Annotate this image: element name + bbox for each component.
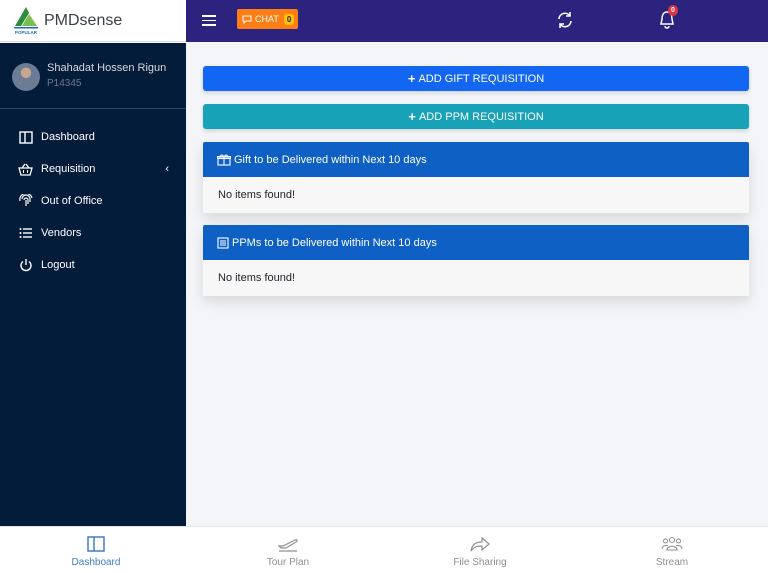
user-panel: Shahadat Hossen Rigun P14345	[0, 43, 186, 109]
brand-name: PMDsense	[44, 11, 123, 29]
basket-icon	[18, 162, 33, 177]
gift-icon	[217, 154, 231, 166]
add-ppm-requisition-label: ADD PPM REQUISITION	[418, 110, 544, 123]
ppm-card-body: No items found!	[203, 260, 749, 296]
gift-card-header: Gift to be Delivered within Next 10 days	[203, 142, 749, 177]
bottom-nav-label: Stream	[655, 557, 689, 568]
bottom-nav-label: Tour Plan	[266, 557, 310, 568]
bottom-nav-tour-plan[interactable]: Tour Plan	[192, 527, 384, 573]
user-name: Shahadat Hossen Rigun	[47, 62, 167, 74]
user-id: P14345	[47, 78, 82, 89]
brand-logo: POPULAR	[12, 4, 40, 38]
sidebar: Shahadat Hossen Rigun P14345 Dashboard R…	[0, 43, 186, 526]
plus-icon: +	[407, 71, 416, 86]
bottom-nav-label: Dashboard	[71, 557, 121, 568]
sidebar-item-logout[interactable]: Logout	[0, 249, 186, 281]
chat-count-badge: 0	[283, 13, 295, 25]
sidebar-item-label: Logout	[41, 259, 75, 271]
add-gift-requisition-label: ADD GIFT REQUISITION	[418, 72, 545, 85]
sync-icon[interactable]	[555, 10, 575, 30]
add-gift-requisition-button[interactable]: + ADD GIFT REQUISITION	[203, 66, 749, 91]
people-icon	[661, 534, 683, 554]
bottom-nav-file-sharing[interactable]: File Sharing	[384, 527, 576, 573]
ppm-empty-text: No items found!	[218, 272, 296, 284]
gift-card-body: No items found!	[203, 177, 749, 213]
gift-delivery-card: Gift to be Delivered within Next 10 days…	[203, 142, 749, 213]
brand[interactable]: POPULAR PMDsense	[0, 0, 186, 42]
avatar	[12, 63, 40, 91]
add-ppm-requisition-button[interactable]: + ADD PPM REQUISITION	[203, 104, 749, 129]
bottom-nav-stream[interactable]: Stream	[576, 527, 768, 573]
sidebar-item-out-of-office[interactable]: Out of Office	[0, 185, 186, 217]
sidebar-item-dashboard[interactable]: Dashboard	[0, 121, 186, 153]
sidebar-item-label: Out of Office	[41, 195, 103, 207]
ppm-delivery-card: PPMs to be Delivered within Next 10 days…	[203, 225, 749, 296]
chevron-left-icon: ‹	[165, 163, 169, 175]
main-content: + ADD GIFT REQUISITION + ADD PPM REQUISI…	[186, 42, 768, 526]
sidebar-item-label: Vendors	[41, 227, 82, 239]
chat-button[interactable]: CHAT 0	[237, 9, 299, 29]
layout-icon	[85, 534, 107, 554]
sidebar-item-label: Requisition	[41, 163, 96, 175]
ppm-card-header: PPMs to be Delivered within Next 10 days	[203, 225, 749, 260]
power-icon	[18, 258, 33, 273]
fingerprint-icon	[18, 194, 33, 209]
list-icon	[18, 226, 33, 241]
layout-icon	[18, 130, 33, 145]
chat-icon	[242, 15, 252, 24]
ppm-card-title: PPMs to be Delivered within Next 10 days	[232, 236, 437, 249]
chat-label: CHAT	[255, 14, 279, 24]
sidebar-item-vendors[interactable]: Vendors	[0, 217, 186, 249]
sidebar-item-requisition[interactable]: Requisition ‹	[0, 153, 186, 185]
sidebar-item-label: Dashboard	[41, 131, 95, 143]
sidebar-nav: Dashboard Requisition ‹ Out of Office Ve…	[0, 121, 186, 281]
notification-count-badge: 0	[668, 5, 678, 16]
gift-empty-text: No items found!	[218, 189, 296, 201]
plane-icon	[277, 534, 299, 554]
share-icon	[469, 534, 491, 554]
app-root: POPULAR PMDsense CHAT 0 0 Shahadat Hosse…	[0, 0, 768, 573]
list-alt-icon	[217, 236, 229, 249]
notifications-button[interactable]: 0	[658, 5, 680, 32]
bottom-nav-label: File Sharing	[453, 557, 507, 568]
menu-toggle-icon[interactable]	[202, 12, 216, 28]
plus-icon: +	[408, 109, 416, 124]
top-navbar: CHAT 0 0	[186, 0, 768, 42]
brand-logo-text: POPULAR	[15, 30, 38, 35]
bottom-nav: Dashboard Tour Plan File Sharing Stream	[0, 526, 768, 573]
bottom-nav-dashboard[interactable]: Dashboard	[0, 527, 192, 573]
gift-card-title: Gift to be Delivered within Next 10 days	[234, 153, 427, 166]
